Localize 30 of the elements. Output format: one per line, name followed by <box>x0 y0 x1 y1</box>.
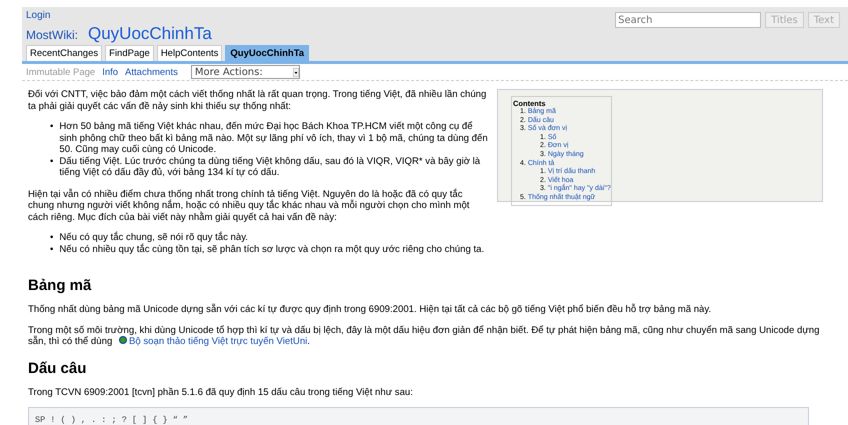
code-block: SP ! ( ) , . : ; ? [ ] { } “ ” <box>28 407 809 425</box>
list-item: Dấu tiếng Việt. Lúc trước chúng ta dùng tiếng Việt không dấu, sau đó là VIQR, VIQR* và bây giờ là tiếng Việt có dấu đầy đủ, với bảng 134 kí tự có dấu. <box>59 156 482 178</box>
search-field[interactable]: Search <box>615 12 762 28</box>
login-link[interactable]: Login <box>26 10 50 21</box>
page-title[interactable]: QuyUocChinhTa <box>88 24 212 44</box>
bullet: • <box>50 232 54 244</box>
nav-tab[interactable]: FindPage <box>105 45 154 61</box>
nav-tab[interactable]: QuyUocChinhTa <box>225 45 310 61</box>
section-heading: Dấu câu <box>28 360 88 376</box>
nav-tab[interactable]: RecentChanges <box>26 45 102 61</box>
bullet: • <box>50 121 54 134</box>
bullet: • <box>50 244 54 255</box>
paragraph: Thống nhất dùng bảng mã Unicode dựng sẵn với các kí tự được quy định trong 6909:2001. Hiện tại tất cả các bộ gõ tiếng Việt phổ biến đều hỗ trợ bảng mã này. <box>28 304 712 316</box>
globe-icon <box>118 336 127 344</box>
site-link[interactable]: MostWiki: <box>26 28 78 42</box>
action-link[interactable]: Attachments <box>125 66 178 78</box>
bullet: • <box>50 156 54 168</box>
paragraph: Trong một số môi trường, khi dùng Unicode tổ hợp thì kí tự và dấu bị lệch, đây là một dấu hiệu đơn giản để nhận biết. Để tự phát hiện bảng mã, cũng như chuyển mã sang Unicode dựng sẵn, thì có thể dùng Bộ soạn thảo tiếng Việt trực tuyến VietUni. <box>28 324 820 348</box>
list-item: Nếu có nhiều quy tắc cùng tồn tại, sẽ phân tích sơ lược và chọn ra một quy ước riêng cho chúng ta. <box>59 244 484 255</box>
section-heading: Bảng mã <box>28 277 92 294</box>
paragraph: Hiện tại vẫn có nhiều điểm chưa thống nhất trong chính tả tiếng Việt. Nguyên do là hoặc đã có quy tắc chung nhưng người viết không nắm, hoặc có nhiều quy tắc khác nhau và mỗi người chọn cho mình một cách riêng. Mục đích của bài viết này nhằm giải quyết cả hai vấn đề này: <box>28 188 470 223</box>
action-link[interactable]: Info <box>102 66 118 78</box>
external-link[interactable]: Bộ soạn thảo tiếng Việt trực tuyến VietUni <box>128 336 308 347</box>
paragraph: Đối với CNTT, việc bảo đảm một cách viết thống nhất là rất quan trọng. Trong tiếng Việt, đã nhiều lần chúng ta phải giải quyết các vấn đề nảy sinh khi thiếu sự thống nhất: <box>28 89 488 112</box>
list-item: Hơn 50 bảng mã tiếng Việt khác nhau, đến mức Đại học Bách Khoa TP.HCM viết một công cụ để sinh phông chữ theo bất kì bảng mã nào. Một sự lãng phí vô ích, thay vì 1 bộ mã, chúng ta dùng đến 50. Cũng may cuối cùng có Unicode. <box>59 121 489 156</box>
caret-icon <box>292 68 299 76</box>
list-item: Nếu có quy tắc chung, sẽ nói rõ quy tắc này. <box>59 232 248 244</box>
nav-tab[interactable]: HelpContents <box>156 45 222 61</box>
paragraph: Trong TCVN 6909:2001 [tcvn] phần 5.1.6 đã quy định 15 dấu câu trong tiếng Việt như sau: <box>28 386 414 398</box>
more-actions-dropdown[interactable]: More Actions: <box>190 65 300 79</box>
